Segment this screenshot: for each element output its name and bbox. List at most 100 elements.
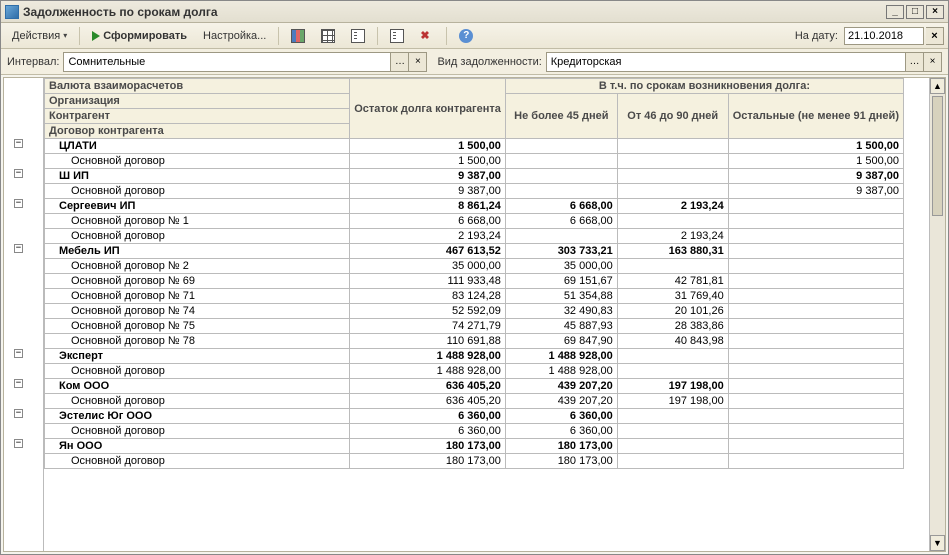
detail-row[interactable]: Основной договор9 387,009 387,00 <box>45 184 904 199</box>
form-label: Сформировать <box>103 30 187 42</box>
cell-value <box>617 454 728 469</box>
tool-tree-button[interactable] <box>344 26 372 46</box>
cell-value <box>505 139 617 154</box>
cell-value: 42 781,81 <box>617 274 728 289</box>
cell-value <box>728 349 903 364</box>
outline-node[interactable]: − <box>4 196 43 211</box>
app-icon <box>5 5 19 19</box>
cell-value: 32 490,83 <box>505 304 617 319</box>
interval-clear-button[interactable]: × <box>409 52 427 72</box>
scroll-down-icon[interactable]: ▼ <box>930 535 945 551</box>
vertical-scrollbar[interactable]: ▲ ▼ <box>929 78 945 551</box>
detail-row[interactable]: Основной договор № 69111 933,4869 151,67… <box>45 274 904 289</box>
debt-type-select-button[interactable]: … <box>906 52 924 72</box>
header-currency: Валюта взаиморасчетов <box>45 79 350 94</box>
cell-value: 1 488 928,00 <box>505 349 617 364</box>
report-grid[interactable]: Валюта взаиморасчетов Остаток долга конт… <box>44 78 945 551</box>
scroll-up-icon[interactable]: ▲ <box>930 78 945 94</box>
cell-value: 6 360,00 <box>505 424 617 439</box>
outline-node[interactable]: − <box>4 136 43 151</box>
actions-menu[interactable]: Действия ▾ <box>5 26 74 46</box>
tool-chart-button[interactable] <box>284 26 312 46</box>
cell-value: 2 193,24 <box>350 229 506 244</box>
cell-value <box>728 364 903 379</box>
detail-row[interactable]: Основной договор № 235 000,0035 000,00 <box>45 259 904 274</box>
cell-value: 9 387,00 <box>350 184 506 199</box>
cell-value: 6 668,00 <box>505 214 617 229</box>
group-row[interactable]: ЦЛАТИ1 500,001 500,00 <box>45 139 904 154</box>
row-label: Основной договор <box>45 394 350 409</box>
cell-value <box>728 409 903 424</box>
tool-grid-button[interactable] <box>314 26 342 46</box>
date-input[interactable] <box>844 27 924 45</box>
collapse-toggle-icon[interactable]: − <box>14 139 23 148</box>
cell-value: 40 843,98 <box>617 334 728 349</box>
detail-row[interactable]: Основной договор № 7452 592,0932 490,832… <box>45 304 904 319</box>
cell-value <box>728 229 903 244</box>
minimize-button[interactable]: _ <box>886 5 904 19</box>
collapse-toggle-icon[interactable]: − <box>14 244 23 253</box>
group-row[interactable]: Ком ООО636 405,20439 207,20197 198,00 <box>45 379 904 394</box>
debt-type-label: Вид задолженности: <box>437 56 541 68</box>
collapse-toggle-icon[interactable]: − <box>14 169 23 178</box>
maximize-button[interactable]: □ <box>906 5 924 19</box>
date-clear-button[interactable]: × <box>926 27 944 45</box>
row-label: Мебель ИП <box>45 244 350 259</box>
collapse-toggle-icon[interactable]: − <box>14 409 23 418</box>
row-label: Основной договор № 69 <box>45 274 350 289</box>
cell-value <box>617 154 728 169</box>
outline-node[interactable]: − <box>4 241 43 256</box>
grid-icon <box>321 29 335 43</box>
row-label: Ян ООО <box>45 439 350 454</box>
debt-type-input[interactable] <box>546 52 906 72</box>
tool-collapse-button[interactable]: ✖ <box>413 26 441 46</box>
interval-select-button[interactable]: … <box>391 52 409 72</box>
detail-row[interactable]: Основной договор2 193,242 193,24 <box>45 229 904 244</box>
outline-node[interactable]: − <box>4 346 43 361</box>
cell-value: 83 124,28 <box>350 289 506 304</box>
cell-value: 74 271,79 <box>350 319 506 334</box>
group-row[interactable]: Мебель ИП467 613,52303 733,21163 880,31 <box>45 244 904 259</box>
header-term3: Остальные (не менее 91 дней) <box>728 94 903 139</box>
outline-node[interactable]: − <box>4 166 43 181</box>
group-row[interactable]: Сергеевич ИП8 861,246 668,002 193,24 <box>45 199 904 214</box>
cell-value: 180 173,00 <box>505 439 617 454</box>
collapse-toggle-icon[interactable]: − <box>14 199 23 208</box>
group-row[interactable]: Эксперт1 488 928,001 488 928,00 <box>45 349 904 364</box>
detail-row[interactable]: Основной договор1 488 928,001 488 928,00 <box>45 364 904 379</box>
detail-row[interactable]: Основной договор № 7183 124,2851 354,883… <box>45 289 904 304</box>
collapse-toggle-icon[interactable]: − <box>14 379 23 388</box>
row-label: Основной договор № 2 <box>45 259 350 274</box>
cell-value <box>728 424 903 439</box>
interval-label: Интервал: <box>7 56 59 68</box>
group-row[interactable]: Эстелис Юг ООО6 360,006 360,00 <box>45 409 904 424</box>
cell-value <box>617 139 728 154</box>
group-row[interactable]: Ян ООО180 173,00180 173,00 <box>45 439 904 454</box>
outline-node[interactable]: − <box>4 376 43 391</box>
row-label: Ш ИП <box>45 169 350 184</box>
group-row[interactable]: Ш ИП9 387,009 387,00 <box>45 169 904 184</box>
detail-row[interactable]: Основной договор1 500,001 500,00 <box>45 154 904 169</box>
cell-value <box>728 244 903 259</box>
interval-input[interactable] <box>63 52 391 72</box>
form-button[interactable]: Сформировать <box>85 26 194 46</box>
outline-node[interactable]: − <box>4 436 43 451</box>
cell-value: 31 769,40 <box>617 289 728 304</box>
debt-type-clear-button[interactable]: × <box>924 52 942 72</box>
settings-button[interactable]: Настройка... <box>196 26 273 46</box>
detail-row[interactable]: Основной договор № 16 668,006 668,00 <box>45 214 904 229</box>
outline-node <box>4 271 43 286</box>
close-button[interactable]: × <box>926 5 944 19</box>
collapse-toggle-icon[interactable]: − <box>14 349 23 358</box>
collapse-toggle-icon[interactable]: − <box>14 439 23 448</box>
scroll-thumb[interactable] <box>932 96 943 216</box>
outline-node[interactable]: − <box>4 406 43 421</box>
detail-row[interactable]: Основной договор № 78110 691,8869 847,90… <box>45 334 904 349</box>
detail-row[interactable]: Основной договор № 7574 271,7945 887,932… <box>45 319 904 334</box>
tool-expand-button[interactable] <box>383 26 411 46</box>
detail-row[interactable]: Основной договор6 360,006 360,00 <box>45 424 904 439</box>
cell-value <box>728 214 903 229</box>
detail-row[interactable]: Основной договор636 405,20439 207,20197 … <box>45 394 904 409</box>
detail-row[interactable]: Основной договор180 173,00180 173,00 <box>45 454 904 469</box>
help-button[interactable]: ? <box>452 26 480 46</box>
